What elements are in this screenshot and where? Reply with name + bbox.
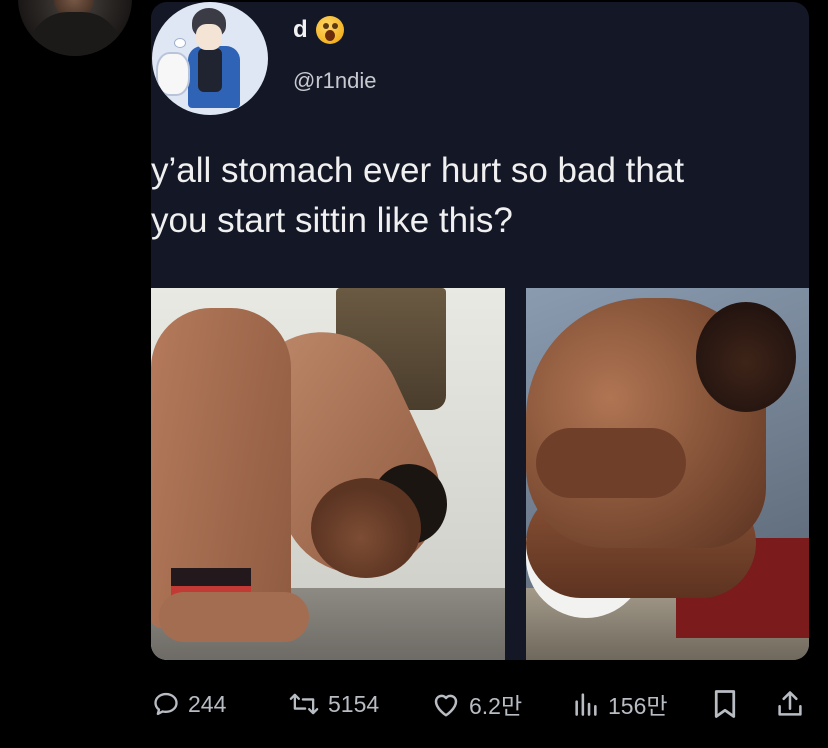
views-button[interactable]: 156만 xyxy=(572,686,668,722)
author-handle[interactable]: @r1ndie xyxy=(293,68,377,94)
viewer-avatar[interactable] xyxy=(18,0,132,56)
quoted-tweet-card[interactable]: d @r1ndie y’all stomach ever hurt so bad… xyxy=(151,2,809,660)
astonished-face-emoji-icon xyxy=(316,16,344,44)
like-count: 6.2만 xyxy=(469,693,523,719)
share-upload-icon xyxy=(778,691,802,716)
avatar-body xyxy=(28,12,122,56)
reply-count: 244 xyxy=(188,690,227,717)
share-button[interactable] xyxy=(776,686,804,722)
author-avatar[interactable] xyxy=(152,2,268,115)
views-chart-icon xyxy=(575,693,597,716)
bookmark-button[interactable] xyxy=(712,686,738,722)
avatar-puff xyxy=(174,38,186,48)
author-display-name[interactable]: d xyxy=(293,16,308,44)
reply-icon xyxy=(154,692,178,716)
tweet-text: y’all stomach ever hurt so bad that you … xyxy=(151,151,685,240)
retweet-button[interactable]: 5154 xyxy=(288,686,379,722)
avatar-companion xyxy=(156,52,190,96)
retweet-count: 5154 xyxy=(328,690,380,717)
person-head xyxy=(696,302,796,412)
view-count: 156만 xyxy=(608,693,668,719)
reply-button[interactable]: 244 xyxy=(152,686,226,722)
tweet-action-bar: 244 5154 6.2만 156만 xyxy=(152,686,812,722)
retweet-icon xyxy=(289,693,319,715)
like-button[interactable]: 6.2만 xyxy=(431,686,522,722)
avatar-scarf xyxy=(198,48,222,92)
avatar-face xyxy=(196,24,222,50)
tweet-photo-left[interactable] xyxy=(151,288,505,660)
person-feet xyxy=(159,592,309,642)
bookmark-icon xyxy=(714,690,736,718)
person-head xyxy=(311,478,421,578)
heart-icon xyxy=(434,694,458,717)
tweet-photo-right[interactable] xyxy=(526,288,809,660)
person-arm xyxy=(536,428,686,498)
